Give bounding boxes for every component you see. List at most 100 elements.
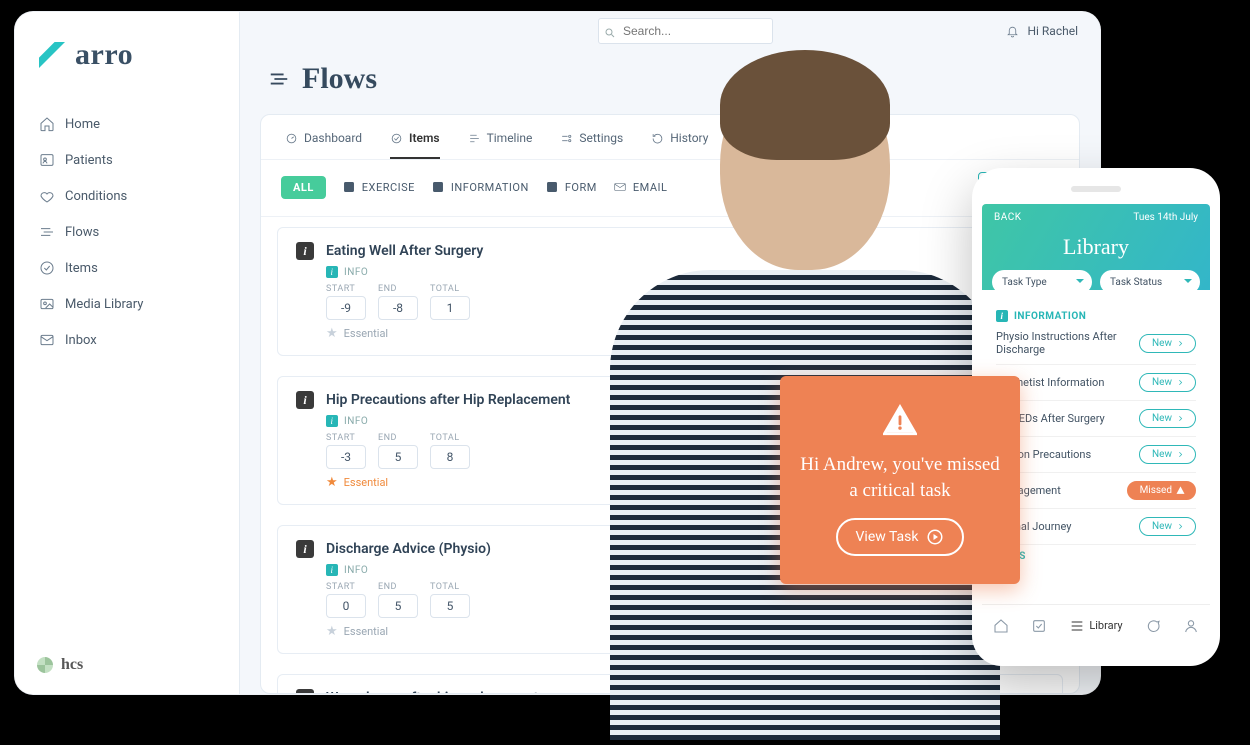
card-menu-button[interactable]: ••• xyxy=(1028,689,1048,693)
card-type-icon: i xyxy=(296,242,314,260)
phone-library-row[interactable]: aesthetist Information New xyxy=(996,365,1196,401)
field-label: TOTAL xyxy=(430,582,470,592)
phone-select-label: Task Type xyxy=(1002,277,1047,288)
nav-label: Media Library xyxy=(65,297,143,312)
phone-title: Library xyxy=(982,234,1210,260)
brand-name: arro xyxy=(75,38,133,72)
media-icon xyxy=(39,296,55,312)
sidebar: arro Home Patients Conditions Flows Item… xyxy=(15,12,240,694)
user-greeting[interactable]: Hi Rachel xyxy=(1006,24,1078,38)
phone-library-row[interactable]: eration Precautions New xyxy=(996,437,1196,473)
brand-arrow-icon xyxy=(39,42,65,68)
field-label: TOTAL xyxy=(430,284,470,294)
warning-icon xyxy=(883,404,917,438)
card-title: Eating Well After Surgery xyxy=(326,243,483,259)
play-circle-icon xyxy=(926,528,944,546)
new-badge: New xyxy=(1139,373,1196,392)
end-input[interactable]: 5 xyxy=(378,594,418,618)
home-icon xyxy=(39,116,55,132)
bell-icon xyxy=(1006,25,1019,38)
page-title: Flows xyxy=(302,62,377,96)
nav-label: Home xyxy=(65,117,100,132)
phone-section-exercises: CISES xyxy=(996,551,1196,562)
new-badge: New xyxy=(1139,445,1196,464)
tab-items[interactable]: Items xyxy=(390,131,440,159)
filter-all[interactable]: ALL xyxy=(281,176,326,199)
view-task-button[interactable]: View Task xyxy=(836,518,965,556)
start-input[interactable]: -3 xyxy=(326,445,366,469)
nav-flows[interactable]: Flows xyxy=(27,214,227,250)
tab-label: Items xyxy=(409,131,440,145)
missed-badge: Missed xyxy=(1127,481,1196,500)
phone-tab-profile[interactable] xyxy=(1183,618,1199,634)
brand-logo: arro xyxy=(15,12,239,92)
total-value: 8 xyxy=(430,445,470,469)
filter-label: INFORMATION xyxy=(451,181,529,194)
info-icon: i xyxy=(996,310,1008,322)
field-label: TOTAL xyxy=(430,433,470,443)
filter-exercise[interactable]: EXERCISE xyxy=(342,180,415,194)
info-icon: i xyxy=(326,415,338,427)
phone-tab-library[interactable]: Library xyxy=(1069,618,1122,634)
info-icon: i xyxy=(326,266,338,278)
tab-timeline[interactable]: Timeline xyxy=(468,131,533,159)
filter-information[interactable]: INFORMATION xyxy=(431,180,529,194)
items-icon xyxy=(39,260,55,276)
star-icon: ★ xyxy=(326,326,338,341)
missed-task-alert: Hi Andrew, you've missed a critical task… xyxy=(780,376,1020,584)
phone-select-label: Task Status xyxy=(1110,277,1162,288)
nav-label: Flows xyxy=(65,225,99,240)
phone-section-info: i INFORMATION xyxy=(996,310,1196,322)
nav-label: Patients xyxy=(65,153,113,168)
card-type-icon: i xyxy=(296,391,314,409)
nav-media[interactable]: Media Library xyxy=(27,286,227,322)
phone-section-label: INFORMATION xyxy=(1014,311,1086,322)
phone-tabbar: Library xyxy=(982,604,1210,646)
phone-library-row[interactable]: On TEDs After Surgery New xyxy=(996,401,1196,437)
field-label: END xyxy=(378,433,418,443)
phone-tab-tasks[interactable] xyxy=(1031,618,1047,634)
nav-patients[interactable]: Patients xyxy=(27,142,227,178)
end-input[interactable]: -8 xyxy=(378,296,418,320)
phone-tab-chat[interactable] xyxy=(1145,618,1161,634)
end-input[interactable]: 5 xyxy=(378,445,418,469)
nav-items[interactable]: Items xyxy=(27,250,227,286)
nav-label: Items xyxy=(65,261,98,276)
phone-tab-label: Library xyxy=(1089,619,1122,632)
start-input[interactable]: -9 xyxy=(326,296,366,320)
new-badge: New xyxy=(1139,409,1196,428)
field-label: START xyxy=(326,284,366,294)
field-label: START xyxy=(326,582,366,592)
info-icon: i xyxy=(326,564,338,576)
field-label: START xyxy=(326,433,366,443)
card-type-icon: i xyxy=(296,689,314,693)
flows-icon xyxy=(268,68,290,90)
sidebar-footer: hcs xyxy=(15,636,239,694)
phone-tab-home[interactable] xyxy=(993,618,1009,634)
tab-label: Dashboard xyxy=(304,131,362,145)
nav-conditions[interactable]: Conditions xyxy=(27,178,227,214)
alert-cta-label: View Task xyxy=(856,529,919,545)
new-badge: New xyxy=(1139,517,1196,536)
tab-dashboard[interactable]: Dashboard xyxy=(285,131,362,159)
phone-back-button[interactable]: BACK xyxy=(994,212,1021,223)
conditions-icon xyxy=(39,188,55,204)
flows-icon xyxy=(39,224,55,240)
field-label: END xyxy=(378,582,418,592)
card-title: Discharge Advice (Physio) xyxy=(326,541,491,557)
phone-library-row[interactable]: Management Missed xyxy=(996,473,1196,509)
card-title: Wound care after hip replacement xyxy=(326,690,538,693)
phone-row-label: Physio Instructions After Discharge xyxy=(996,330,1136,356)
filter-label: EXERCISE xyxy=(362,181,415,194)
start-input[interactable]: 0 xyxy=(326,594,366,618)
phone-date: Tues 14th July xyxy=(1133,212,1198,223)
new-badge: New xyxy=(1139,334,1196,353)
primary-nav: Home Patients Conditions Flows Items Med… xyxy=(15,92,239,636)
phone-library-row[interactable]: Physio Instructions After Discharge New xyxy=(996,322,1196,365)
nav-inbox[interactable]: Inbox xyxy=(27,322,227,358)
phone-select-status[interactable]: Task Status xyxy=(1100,270,1200,294)
phone-library-row[interactable]: otional Journey New xyxy=(996,509,1196,545)
tab-label: Timeline xyxy=(487,131,533,145)
nav-home[interactable]: Home xyxy=(27,106,227,142)
phone-select-type[interactable]: Task Type xyxy=(992,270,1092,294)
